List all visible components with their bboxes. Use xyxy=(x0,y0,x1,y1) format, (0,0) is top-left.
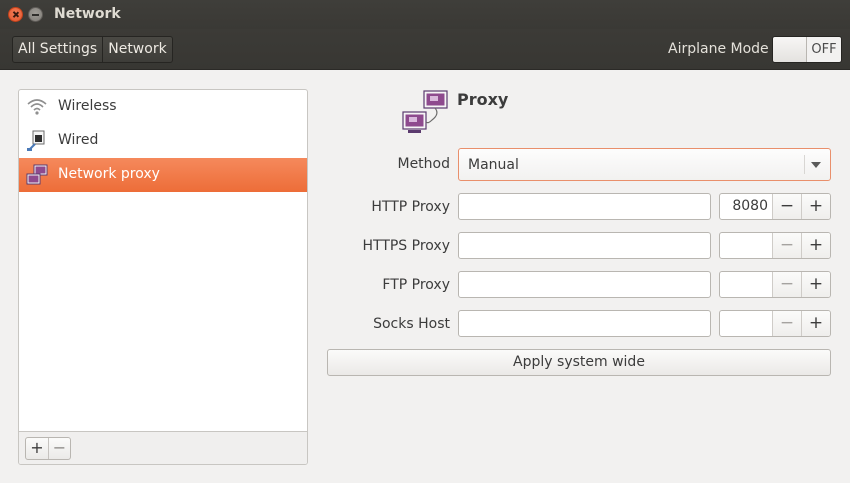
network-proxy-icon xyxy=(402,90,448,133)
breadcrumb-all-settings[interactable]: All Settings xyxy=(13,37,102,62)
ftp-port-increment-button[interactable]: + xyxy=(801,272,830,297)
window-title: Network xyxy=(54,6,121,22)
close-window-button[interactable] xyxy=(8,7,23,22)
socks-port-increment-button[interactable]: + xyxy=(801,311,830,336)
combo-separator xyxy=(804,155,805,174)
breadcrumb: All Settings Network xyxy=(12,36,173,63)
https-proxy-label: HTTPS Proxy xyxy=(362,238,450,254)
https-proxy-port-value[interactable] xyxy=(720,233,772,258)
http-proxy-host-input[interactable] xyxy=(458,193,711,220)
http-proxy-port-spinbutton[interactable]: 8080 − + xyxy=(719,193,831,220)
socks-host-input[interactable] xyxy=(458,310,711,337)
ftp-proxy-host-input[interactable] xyxy=(458,271,711,298)
sidebar-item-label: Wired xyxy=(58,132,99,148)
https-port-increment-button[interactable]: + xyxy=(801,233,830,258)
method-label: Method xyxy=(397,156,450,172)
add-device-button[interactable]: + xyxy=(26,438,48,459)
add-remove-group: + − xyxy=(25,437,71,460)
header-bar: All Settings Network Airplane Mode OFF xyxy=(0,29,850,70)
remove-device-button[interactable]: − xyxy=(48,438,70,459)
title-bar: Network xyxy=(0,0,850,29)
http-port-decrement-button[interactable]: − xyxy=(772,194,801,219)
socks-port-decrement-button[interactable]: − xyxy=(772,311,801,336)
ftp-proxy-port-spinbutton[interactable]: − + xyxy=(719,271,831,298)
toggle-state-label: OFF xyxy=(806,37,841,62)
http-proxy-port-value[interactable]: 8080 xyxy=(720,194,772,219)
method-value: Manual xyxy=(468,157,519,173)
sidebar-item-wired[interactable]: Wired xyxy=(19,124,307,158)
http-port-increment-button[interactable]: + xyxy=(801,194,830,219)
airplane-mode-toggle[interactable]: OFF xyxy=(772,36,842,63)
airplane-mode-label: Airplane Mode xyxy=(668,41,769,57)
https-proxy-port-spinbutton[interactable]: − + xyxy=(719,232,831,259)
ftp-proxy-port-value[interactable] xyxy=(720,272,772,297)
proxy-title: Proxy xyxy=(457,90,509,109)
sidebar-item-label: Wireless xyxy=(58,98,117,114)
http-proxy-label: HTTP Proxy xyxy=(371,199,450,215)
chevron-down-icon xyxy=(811,162,821,168)
minimize-window-button[interactable] xyxy=(28,7,43,22)
https-proxy-host-input[interactable] xyxy=(458,232,711,259)
wired-network-icon xyxy=(27,130,45,151)
socks-host-label: Socks Host xyxy=(373,316,450,332)
wifi-icon xyxy=(27,99,47,115)
breadcrumb-network[interactable]: Network xyxy=(102,37,171,62)
ftp-proxy-label: FTP Proxy xyxy=(382,277,450,293)
device-list-toolbar: + − xyxy=(19,431,307,464)
ftp-port-decrement-button[interactable]: − xyxy=(772,272,801,297)
apply-system-wide-button[interactable]: Apply system wide xyxy=(327,349,831,376)
socks-port-spinbutton[interactable]: − + xyxy=(719,310,831,337)
sidebar-item-wireless[interactable]: Wireless xyxy=(19,90,307,124)
method-combo[interactable]: Manual xyxy=(458,148,831,181)
https-port-decrement-button[interactable]: − xyxy=(772,233,801,258)
toggle-knob[interactable] xyxy=(773,37,806,62)
socks-port-value[interactable] xyxy=(720,311,772,336)
